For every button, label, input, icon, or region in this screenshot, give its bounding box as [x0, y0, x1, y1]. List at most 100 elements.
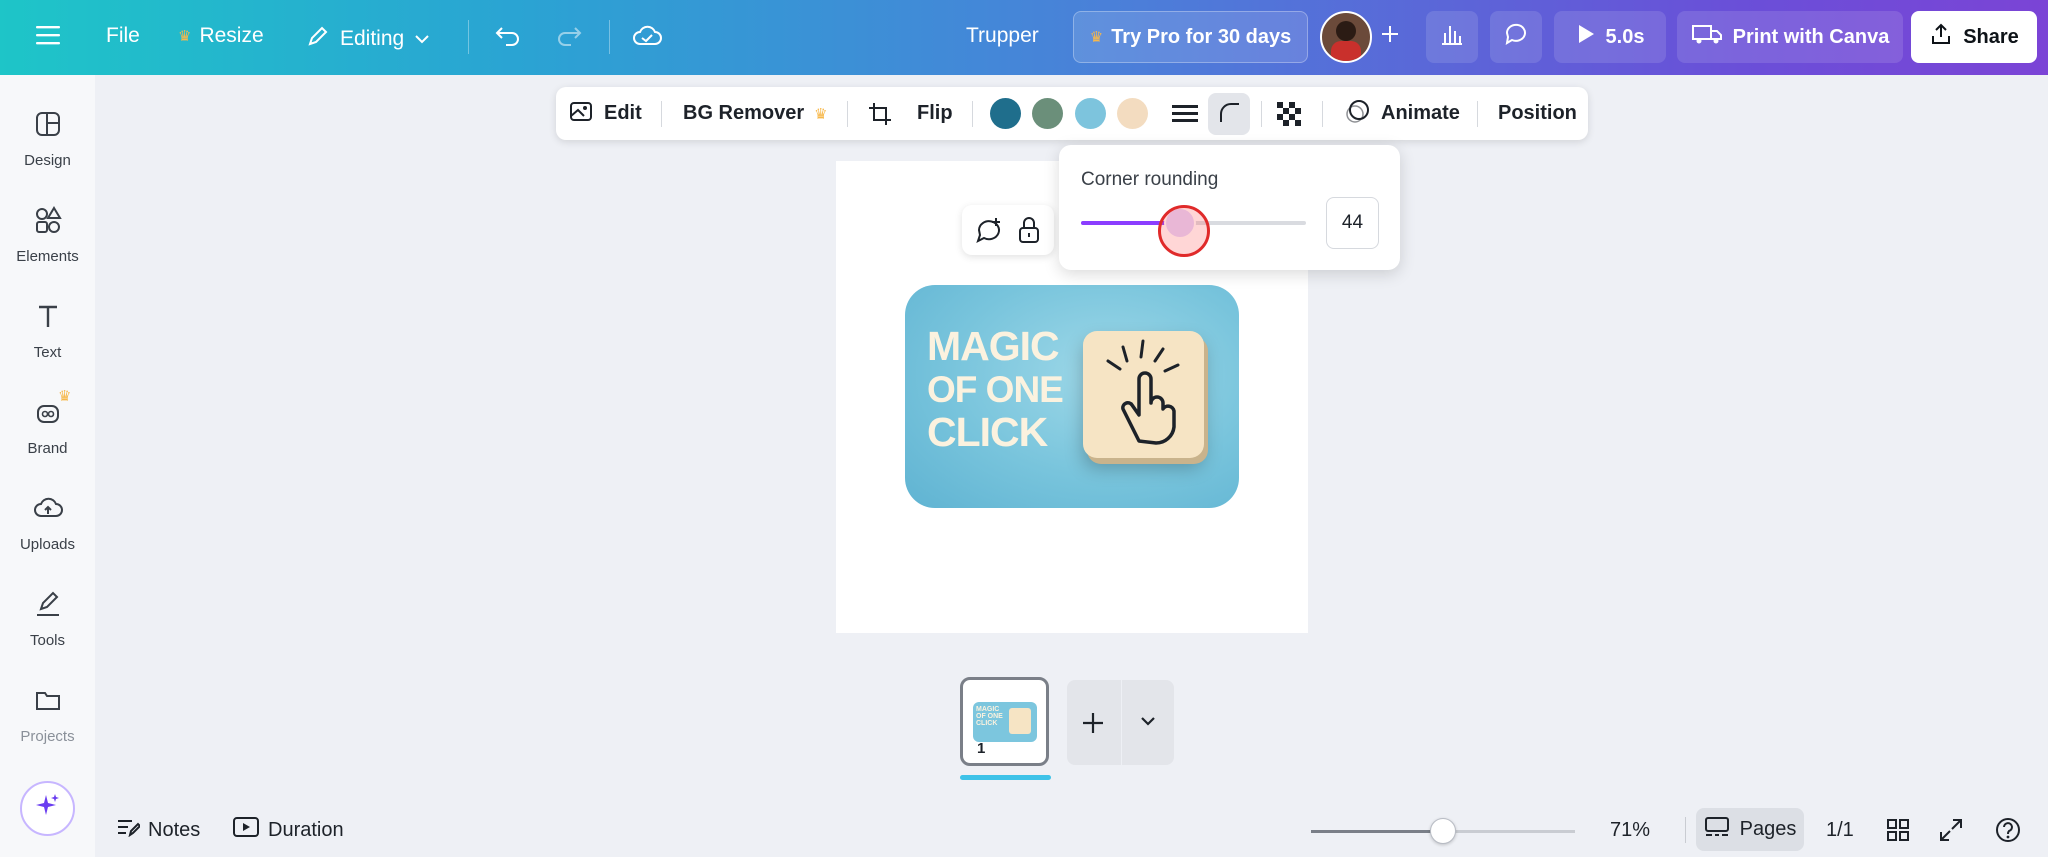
- notes-button[interactable]: Notes: [116, 815, 200, 845]
- lock-icon[interactable]: [1017, 215, 1041, 250]
- card-line: CLICK: [927, 409, 1048, 455]
- image-context-toolbar: Edit BG Remover ♛ Flip Animate Position: [556, 87, 1588, 140]
- try-pro-button[interactable]: ♛ Try Pro for 30 days: [1073, 11, 1308, 63]
- fullscreen-icon[interactable]: [1938, 815, 1964, 845]
- transparency-icon[interactable]: [1276, 87, 1302, 140]
- zoom-fill: [1311, 830, 1443, 833]
- menu-icon[interactable]: [36, 24, 62, 46]
- animate-icon: [1345, 98, 1371, 130]
- print-with-canva-button[interactable]: Print with Canva: [1677, 11, 1903, 63]
- thumbnail-key: [1009, 708, 1031, 734]
- sidebar-item-projects[interactable]: Projects: [0, 675, 95, 755]
- sidebar-item-tools[interactable]: Tools: [0, 579, 95, 659]
- corner-radius-icon: [1217, 100, 1241, 129]
- page-count-text: 1/1: [1826, 818, 1854, 841]
- sidebar-item-uploads[interactable]: Uploads: [0, 483, 95, 563]
- selected-image[interactable]: MAGIC OF ONE CLICK: [905, 285, 1239, 508]
- color-swatch[interactable]: [1075, 98, 1106, 129]
- upload-cloud-icon: [33, 493, 63, 528]
- grid-view-icon[interactable]: [1886, 815, 1910, 845]
- page-progress-bar: [960, 775, 1051, 780]
- divider: [661, 101, 662, 127]
- add-comment-icon[interactable]: [974, 216, 1004, 249]
- flip-button[interactable]: Flip: [917, 87, 953, 140]
- sidebar-item-label: Brand: [27, 440, 68, 457]
- undo-icon[interactable]: [494, 24, 522, 48]
- avatar-head: [1336, 21, 1356, 41]
- zoom-level[interactable]: 71%: [1610, 815, 1650, 845]
- notes-label: Notes: [148, 818, 201, 841]
- page-number: 1: [977, 740, 986, 757]
- add-collaborator-icon[interactable]: [1378, 22, 1402, 46]
- sidebar-item-text[interactable]: Text: [0, 291, 95, 371]
- design-title[interactable]: Trupper: [966, 24, 1039, 48]
- help-icon[interactable]: [1994, 815, 2022, 845]
- comments-button[interactable]: [1490, 11, 1542, 63]
- flip-label: Flip: [917, 102, 953, 124]
- insights-button[interactable]: [1426, 11, 1478, 63]
- editing-mode-button[interactable]: Editing: [306, 24, 430, 54]
- sidebar-item-elements[interactable]: Elements: [0, 195, 95, 275]
- avatar[interactable]: [1320, 11, 1372, 63]
- share-label: Share: [1963, 25, 2019, 48]
- add-page-control: [1067, 680, 1174, 765]
- share-button[interactable]: Share: [1911, 11, 2037, 63]
- divider: [847, 101, 848, 127]
- resize-button[interactable]: ♛ Resize: [178, 24, 264, 48]
- chevron-down-icon[interactable]: [1139, 714, 1157, 733]
- card-line: MAGIC: [927, 323, 1060, 369]
- position-button[interactable]: Position: [1498, 87, 1577, 140]
- comment-icon: [1503, 21, 1529, 53]
- divider: [1322, 101, 1323, 127]
- page-count[interactable]: 1/1: [1826, 815, 1854, 845]
- sidebar-item-label: Projects: [20, 728, 75, 745]
- thumbnail-preview: MAGIC OF ONE CLICK: [973, 702, 1037, 742]
- magic-assistant-button[interactable]: [20, 781, 75, 836]
- divider: [1685, 817, 1686, 843]
- folder-icon: [33, 685, 63, 720]
- file-menu[interactable]: File: [106, 24, 140, 48]
- truck-icon: [1691, 22, 1723, 52]
- duration-label: Duration: [268, 818, 344, 841]
- play-button[interactable]: 5.0s: [1554, 11, 1666, 63]
- color-swatch[interactable]: [1117, 98, 1148, 129]
- crown-icon: ♛: [178, 28, 192, 45]
- elements-icon: [33, 205, 63, 240]
- avatar-body: [1331, 41, 1361, 61]
- duration-button[interactable]: Duration: [232, 815, 344, 845]
- divider: [1261, 101, 1262, 127]
- sidebar-item-design[interactable]: Design: [0, 99, 95, 179]
- pencil-icon: [306, 24, 330, 54]
- bg-remover-button[interactable]: BG Remover ♛: [683, 87, 828, 140]
- share-icon: [1929, 22, 1953, 52]
- add-page-icon[interactable]: [1080, 710, 1106, 741]
- thumbnail-text: MAGIC OF ONE CLICK: [976, 706, 1003, 727]
- bar-chart-icon: [1439, 21, 1465, 53]
- pages-button[interactable]: Pages: [1696, 808, 1804, 851]
- design-title-text: Trupper: [966, 24, 1039, 47]
- zoom-thumb[interactable]: [1430, 818, 1456, 844]
- sidebar-item-label: Design: [24, 152, 71, 169]
- chevron-down-icon: [414, 27, 430, 51]
- card-headline: MAGIC OF ONE CLICK: [927, 323, 1064, 455]
- try-pro-label: Try Pro for 30 days: [1111, 25, 1292, 48]
- sidebar-item-brand[interactable]: ♛ Brand: [0, 387, 95, 467]
- page-thumbnail[interactable]: MAGIC OF ONE CLICK 1: [960, 677, 1049, 766]
- animate-button[interactable]: Animate: [1345, 87, 1460, 140]
- design-icon: [33, 109, 63, 144]
- zoom-slider[interactable]: [1311, 818, 1575, 844]
- crop-icon[interactable]: [867, 87, 893, 140]
- crown-icon: ♛: [1089, 29, 1104, 46]
- border-style-icon[interactable]: [1172, 87, 1198, 140]
- cloud-saved-icon[interactable]: [632, 22, 662, 50]
- redo-icon[interactable]: [555, 24, 583, 48]
- sidebar-item-label: Text: [33, 344, 62, 361]
- edit-image-button[interactable]: Edit: [568, 87, 642, 140]
- corner-rounding-button[interactable]: [1208, 93, 1250, 135]
- corner-rounding-value[interactable]: 44: [1326, 197, 1379, 249]
- left-sidebar: Design Elements Text ♛ Brand Uploads Too…: [0, 75, 95, 857]
- pages-label: Pages: [1739, 818, 1797, 840]
- top-bar: File ♛ Resize Editing Trupper ♛ Try Pro …: [0, 0, 2048, 75]
- color-swatch[interactable]: [990, 98, 1021, 129]
- color-swatch[interactable]: [1032, 98, 1063, 129]
